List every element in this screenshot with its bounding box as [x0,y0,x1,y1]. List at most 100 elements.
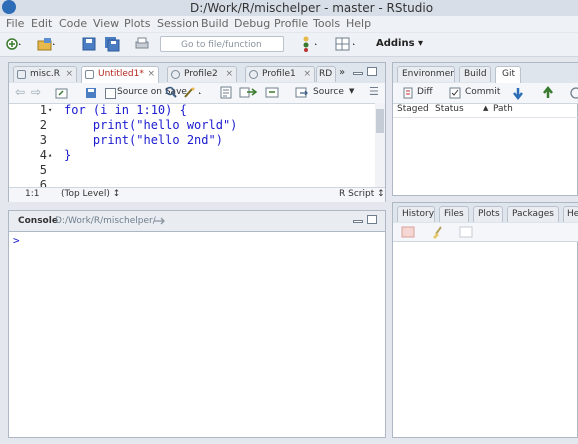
maximize-pane-icon[interactable] [367,215,377,224]
tab-misc-r[interactable]: misc.R × [13,66,77,82]
menu-view[interactable]: View [93,17,119,30]
tab-packages[interactable]: Packages [507,206,559,222]
profile-icon [171,70,180,79]
save-all-icon[interactable] [103,35,121,53]
minimize-pane-icon[interactable] [353,72,363,75]
git-icon[interactable] [298,35,317,53]
tab-history[interactable]: History [397,206,435,222]
tab-help[interactable]: Help [563,206,578,222]
code-line: } [64,148,72,162]
column-status[interactable]: Status [435,104,464,114]
menu-edit[interactable]: Edit [31,17,52,30]
tab-environment[interactable]: Environment [397,66,455,82]
back-icon[interactable]: ⇦ [15,85,25,99]
env-tabstrip: Environment Build Git [393,63,578,84]
push-icon[interactable] [541,86,555,100]
save-icon[interactable] [85,87,97,99]
tab-profile1[interactable]: Profile1 × [245,66,315,82]
files-pane: History Files Plots Packages Help [392,202,578,438]
console-input[interactable] [27,233,377,431]
search-icon[interactable] [165,86,177,99]
maximize-pane-icon[interactable] [367,67,377,76]
forward-icon[interactable]: ⇨ [31,85,41,99]
history-icon[interactable] [569,86,578,100]
close-icon[interactable]: × [225,67,233,82]
code-editor[interactable]: 1 2 3 4 5 6 ▾ ▴ for (i in 1:10) { print(… [9,103,373,187]
fold-arrow-icon[interactable]: ▴ [48,148,52,163]
console-header: Console D:/Work/R/mischelper/ [9,211,385,232]
line-number: 4 [39,148,47,162]
load-history-icon[interactable] [401,226,415,238]
code-line: print("hello world") [64,118,238,132]
editor-scrollbar[interactable] [375,103,385,187]
minimize-pane-icon[interactable] [353,220,363,223]
sort-arrow-icon: ▲ [483,104,489,112]
console-prompt: > [13,234,20,247]
menu-profile[interactable]: Profile [274,17,308,30]
history-toolbar [393,223,578,242]
file-type-selector[interactable]: R Script ↕ [339,189,385,199]
compile-report-icon[interactable] [219,86,233,99]
more-tabs-icon[interactable]: » [339,67,345,78]
re-run-icon[interactable] [265,86,281,99]
run-icon[interactable] [239,86,259,99]
menu-bar: File Edit Code View Plots Session Build … [0,16,578,32]
diff-icon [403,87,413,99]
fold-arrow-icon[interactable]: ▾ [48,103,52,118]
workspace-panes-icon[interactable] [334,35,355,53]
menu-debug[interactable]: Debug [234,17,270,30]
menu-session[interactable]: Session [157,17,199,30]
column-staged[interactable]: Staged [397,104,429,114]
console-title: Console [18,216,58,226]
tab-git[interactable]: Git [495,66,521,83]
close-icon[interactable]: × [147,67,155,82]
line-number: 5 [39,163,47,177]
export-history-icon[interactable] [459,226,473,238]
environment-pane: Environment Build Git Diff Commit Staged… [392,62,578,196]
git-toolbar: Diff Commit [393,83,578,104]
line-number: 1 [39,103,47,117]
files-tabstrip: History Files Plots Packages Help [393,203,578,224]
goto-file-input[interactable]: Go to file/function [160,36,284,52]
print-icon[interactable] [133,35,151,53]
r-file-icon [85,70,94,79]
tab-plots[interactable]: Plots [473,206,503,222]
tab-profile2[interactable]: Profile2 × [167,66,237,82]
show-in-window-icon[interactable] [55,87,69,99]
line-number: 3 [39,133,47,147]
title-bar: D:/Work/R/mischelper - master - RStudio [0,0,578,17]
outline-icon[interactable]: ☰ [369,85,379,98]
scrollbar-thumb[interactable] [376,109,384,133]
diff-button[interactable]: Diff [417,87,433,97]
source-on-save-checkbox[interactable] [105,88,116,99]
addins-menu[interactable]: Addins ▾ [376,38,423,49]
tab-rd[interactable]: RD [316,66,336,82]
close-icon[interactable]: × [303,67,311,82]
commit-button[interactable]: Commit [465,87,500,97]
menu-help[interactable]: Help [346,17,371,30]
close-icon[interactable]: × [65,67,73,82]
menu-file[interactable]: File [6,17,24,30]
new-file-icon[interactable] [4,35,22,53]
source-pane: misc.R × Untitled1* × Profile2 × Profile1 × … [8,62,386,202]
broom-icon[interactable] [431,225,445,239]
source-button[interactable]: Source [313,87,344,97]
menu-code[interactable]: Code [59,17,87,30]
go-to-directory-icon[interactable] [153,216,167,226]
pull-icon[interactable] [511,86,525,100]
menu-tools[interactable]: Tools [313,17,340,30]
tab-build[interactable]: Build [459,66,491,82]
save-icon[interactable] [80,35,98,53]
new-project-icon[interactable] [36,35,55,53]
source-dropdown-icon[interactable]: ▼ [349,87,354,95]
source-file-icon[interactable] [295,86,309,99]
column-path[interactable]: Path [493,104,513,114]
tab-files[interactable]: Files [439,206,469,222]
menu-build[interactable]: Build [201,17,229,30]
scope-selector[interactable]: (Top Level) ↕ [61,189,120,199]
code-tools-icon[interactable] [183,86,205,99]
window-title: D:/Work/R/mischelper - master - RStudio [190,1,434,15]
menu-plots[interactable]: Plots [124,17,150,30]
tab-untitled1[interactable]: Untitled1* × [81,66,159,83]
source-tabstrip: misc.R × Untitled1* × Profile2 × Profile1 × … [9,63,385,84]
